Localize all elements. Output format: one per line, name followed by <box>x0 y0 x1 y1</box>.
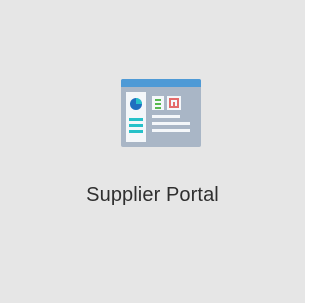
dashboard-portal-icon <box>121 79 201 147</box>
tile-label: Supplier Portal <box>86 184 219 206</box>
supplier-portal-tile[interactable]: Supplier Portal <box>0 0 305 303</box>
